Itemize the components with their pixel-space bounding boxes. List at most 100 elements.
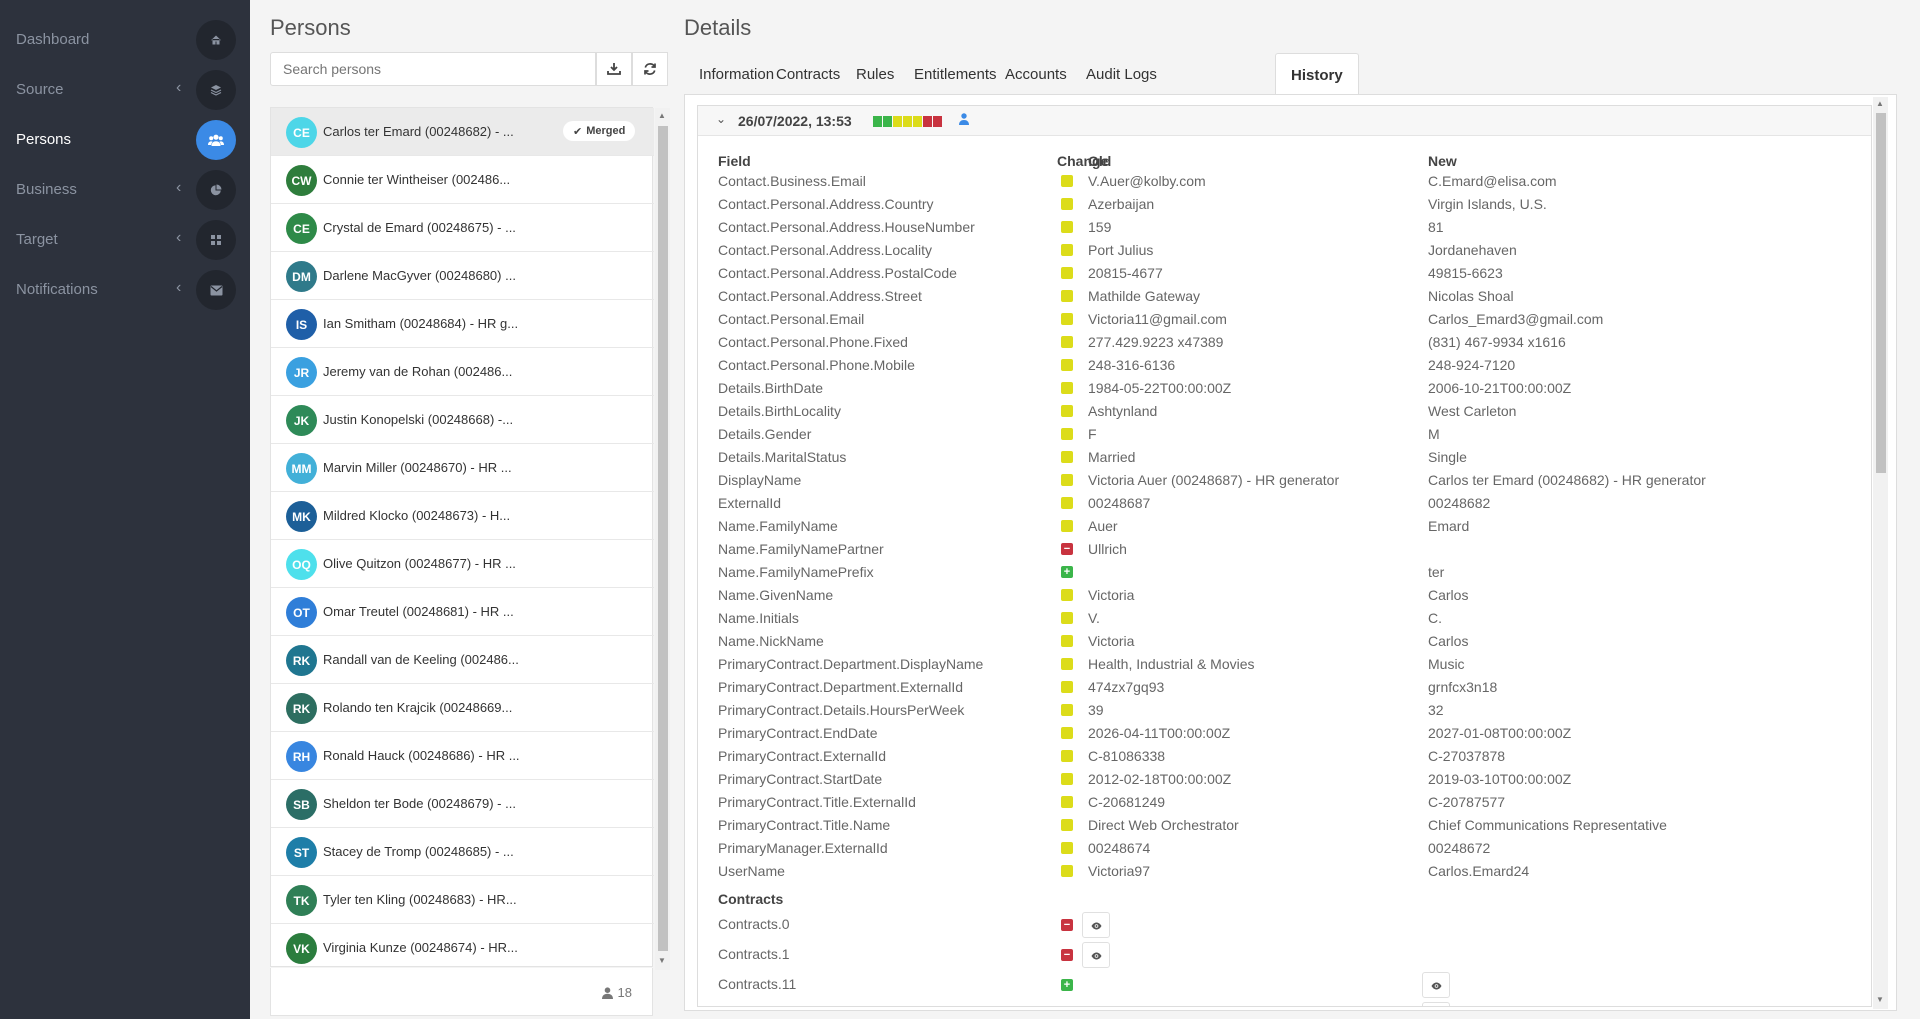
merged-badge: ✔ Merged	[563, 121, 636, 141]
person-list-item[interactable]: OQ Olive Quitzon (00248677) - HR ...	[271, 540, 654, 588]
users-icon[interactable]	[196, 120, 236, 160]
field-name: PrimaryContract.Department.DisplayName	[718, 656, 984, 672]
history-row: Name.FamilyNamePrefix + ter	[698, 561, 1871, 584]
history-row: ExternalId 00248687 00248682	[698, 492, 1871, 515]
new-value: Jordanehaven	[1428, 242, 1517, 258]
old-value: Azerbaijan	[1088, 196, 1155, 212]
new-value: 2019-03-10T00:00:00Z	[1428, 771, 1572, 787]
view-old-button[interactable]	[1082, 912, 1110, 938]
field-name: PrimaryContract.EndDate	[718, 725, 878, 741]
person-name: Ian Smitham (00248684) - HR g...	[323, 316, 519, 331]
history-row: Details.Gender F M	[698, 423, 1871, 446]
tab-history[interactable]: History	[1275, 53, 1359, 95]
changed-indicator-icon	[1061, 313, 1073, 325]
view-new-button[interactable]	[1422, 1002, 1450, 1006]
layers-icon[interactable]	[196, 70, 236, 110]
person-list-item[interactable]: VK Virginia Kunze (00248674) - HR...	[271, 924, 654, 970]
new-value: 32	[1428, 702, 1444, 718]
old-value: Victoria97	[1088, 863, 1151, 879]
old-value: Victoria Auer (00248687) - HR generator	[1088, 472, 1340, 488]
person-list-item[interactable]: RH Ronald Hauck (00248686) - HR ...	[271, 732, 654, 780]
tab-accounts[interactable]: Accounts	[990, 53, 1082, 95]
avatar: RK	[286, 645, 317, 676]
person-list-item[interactable]: DM Darlene MacGyver (00248680) ...	[271, 252, 654, 300]
person-list-item[interactable]: CW Connie ter Wintheiser (002486...	[271, 156, 654, 204]
old-value: 00248687	[1088, 495, 1151, 511]
scroll-down-arrow-icon[interactable]: ▼	[658, 956, 666, 965]
sidebar: Dashboard Source ‹ Persons Business ‹ Target ‹ N…	[0, 0, 250, 1019]
changed-indicator-icon	[1061, 382, 1073, 394]
pie-chart-icon[interactable]	[196, 170, 236, 210]
nav-item-business[interactable]: Business ‹	[0, 169, 250, 211]
home-icon[interactable]	[196, 20, 236, 60]
field-name: Name.FamilyNamePartner	[718, 541, 884, 557]
envelope-icon[interactable]	[196, 270, 236, 310]
person-list-item[interactable]: JK Justin Konopelski (00248668) -...	[271, 396, 654, 444]
person-list-item[interactable]: TK Tyler ten Kling (00248683) - HR...	[271, 876, 654, 924]
details-scrollbar[interactable]: ▲ ▼	[1873, 97, 1888, 1009]
changed-indicator-icon	[1061, 773, 1073, 785]
field-name: Contact.Personal.Address.PostalCode	[718, 265, 957, 281]
added-indicator-icon: +	[1061, 979, 1073, 991]
nav-item-source[interactable]: Source ‹	[0, 69, 250, 111]
check-icon: ✔	[573, 125, 583, 138]
person-list-item[interactable]: CE Crystal de Emard (00248675) - ...	[271, 204, 654, 252]
search-persons-input[interactable]	[270, 52, 596, 86]
person-list-item[interactable]: RK Rolando ten Krajcik (00248669...	[271, 684, 654, 732]
person-name: Stacey de Tromp (00248685) - ...	[323, 844, 514, 859]
changed-indicator-icon	[1061, 198, 1073, 210]
person-list-item[interactable]: CE Carlos ter Emard (00248682) - ... ✔ Merg…	[271, 108, 654, 156]
scroll-up-arrow-icon[interactable]: ▲	[658, 111, 666, 120]
nav-item-persons[interactable]: Persons	[0, 119, 250, 161]
nav-item-dashboard[interactable]: Dashboard	[0, 19, 250, 61]
persons-list: CE Carlos ter Emard (00248682) - ... ✔ Merg…	[270, 107, 670, 970]
old-value: Ashtynland	[1088, 403, 1158, 419]
old-value: 159	[1088, 219, 1112, 235]
person-list-item[interactable]: OT Omar Treutel (00248681) - HR ...	[271, 588, 654, 636]
new-value: Carlos	[1428, 633, 1469, 649]
history-entry-header[interactable]: ⌄ 26/07/2022, 13:53	[698, 106, 1871, 136]
details-scroll-thumb[interactable]	[1876, 113, 1886, 473]
scroll-up-arrow-icon[interactable]: ▲	[1876, 99, 1884, 108]
person-name: Randall van de Keeling (002486...	[323, 652, 519, 667]
eye-icon	[1091, 947, 1102, 963]
field-name: Contracts.1	[718, 946, 790, 962]
nav-item-notifications[interactable]: Notifications ‹	[0, 269, 250, 311]
person-list-item[interactable]: JR Jeremy van de Rohan (002486...	[271, 348, 654, 396]
person-list-item[interactable]: ST Stacey de Tromp (00248685) - ...	[271, 828, 654, 876]
old-value: C-20681249	[1088, 794, 1166, 810]
avatar: DM	[286, 261, 317, 292]
person-list-item[interactable]: MK Mildred Klocko (00248673) - H...	[271, 492, 654, 540]
view-new-button[interactable]	[1422, 972, 1450, 998]
change-summary-square	[893, 116, 902, 127]
old-value: Auer	[1088, 518, 1118, 534]
changed-indicator-icon	[1061, 635, 1073, 647]
persons-scrollbar[interactable]: ▲ ▼	[655, 108, 670, 970]
grid-icon[interactable]	[196, 220, 236, 260]
user-icon	[601, 986, 613, 999]
avatar: JR	[286, 357, 317, 388]
history-row: PrimaryContract.Details.HoursPerWeek 39 32	[698, 699, 1871, 722]
person-name: Ronald Hauck (00248686) - HR ...	[323, 748, 520, 763]
new-value: Virgin Islands, U.S.	[1428, 196, 1547, 212]
person-list-item[interactable]: IS Ian Smitham (00248684) - HR g...	[271, 300, 654, 348]
history-entry-date: 26/07/2022, 13:53	[738, 113, 852, 129]
history-row: Details.BirthDate 1984-05-22T00:00:00Z 200…	[698, 377, 1871, 400]
new-value: C.Emard@elisa.com	[1428, 173, 1557, 189]
scroll-down-arrow-icon[interactable]: ▼	[1876, 995, 1884, 1004]
contract-history-row: Contracts.0 −	[698, 909, 1871, 939]
view-old-button[interactable]	[1082, 942, 1110, 968]
persons-scroll-thumb[interactable]	[658, 126, 668, 951]
tab-audit-logs[interactable]: Audit Logs	[1071, 53, 1172, 95]
refresh-button[interactable]	[632, 52, 668, 86]
nav-item-target[interactable]: Target ‹	[0, 219, 250, 261]
changed-indicator-icon	[1061, 405, 1073, 417]
person-list-item[interactable]: RK Randall van de Keeling (002486...	[271, 636, 654, 684]
changed-indicator-icon	[1061, 819, 1073, 831]
download-button[interactable]	[596, 52, 632, 86]
person-list-item[interactable]: MM Marvin Miller (00248670) - HR ...	[271, 444, 654, 492]
avatar: CE	[286, 117, 317, 148]
chevron-down-icon[interactable]: ⌄	[716, 112, 726, 126]
new-value: 00248682	[1428, 495, 1491, 511]
person-list-item[interactable]: SB Sheldon ter Bode (00248679) - ...	[271, 780, 654, 828]
